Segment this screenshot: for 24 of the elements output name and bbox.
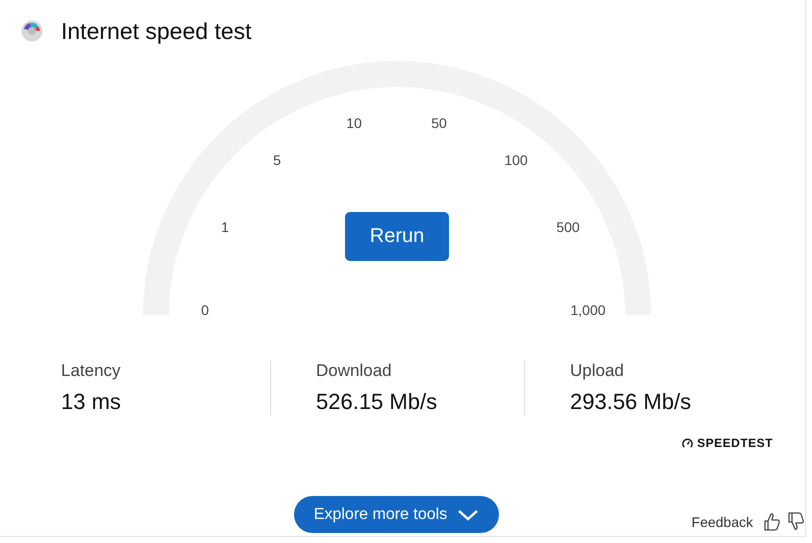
- gauge-tick-label: 100: [504, 152, 528, 168]
- stat-label: Upload: [570, 361, 625, 381]
- gauge-tick-label: 0: [201, 302, 209, 318]
- gauge-tick-label: 10: [346, 115, 362, 131]
- thumbs-down-icon[interactable]: [787, 512, 805, 531]
- stat-value: 293.56 Mb/s: [570, 389, 692, 415]
- stat-label: Latency: [61, 361, 122, 381]
- gauge-tick-label: 500: [556, 219, 580, 235]
- rerun-button[interactable]: Rerun: [345, 212, 449, 261]
- gauge-icon: [682, 438, 694, 448]
- speedometer-logo-icon: [21, 20, 43, 42]
- chevron-down-icon: [457, 508, 480, 520]
- gauge-tick-label: 1,000: [570, 302, 606, 318]
- stat-value: 13 ms: [61, 389, 122, 415]
- provider-logo-text: SPEEDTEST: [697, 436, 773, 450]
- stat-value: 526.15 Mb/s: [316, 389, 438, 415]
- page-title: Internet speed test: [61, 18, 252, 44]
- feedback-link[interactable]: Feedback: [692, 514, 753, 530]
- explore-more-tools-button[interactable]: Explore more tools: [294, 496, 499, 533]
- gauge-tick-label: 50: [431, 115, 447, 131]
- thumbs-up-icon[interactable]: [763, 512, 781, 531]
- gauge-tick-label: 1: [221, 219, 229, 235]
- gauge-tick-label: 5: [273, 152, 281, 168]
- stat-label: Download: [316, 361, 393, 381]
